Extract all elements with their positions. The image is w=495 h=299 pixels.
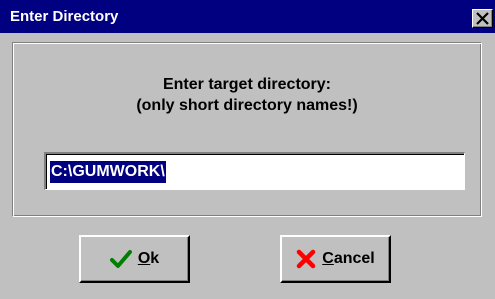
cancel-button[interactable]: Cancel [280,235,391,283]
close-button[interactable] [472,9,493,28]
window-title: Enter Directory [10,8,119,25]
directory-input[interactable]: C:\GUMWORK\ [44,152,465,190]
dialog-window: Enter Directory Enter target directory: … [0,0,495,299]
prompt-group-box [12,42,482,217]
prompt-line-2: (only short directory names!) [136,97,358,114]
checkmark-icon [109,250,132,268]
directory-input-value[interactable]: C:\GUMWORK\ [50,161,166,183]
close-x-icon [476,12,489,25]
title-bar[interactable]: Enter Directory [0,0,495,33]
x-cross-icon [297,249,316,269]
ok-button-label: Ok [137,250,160,267]
prompt-line-1: Enter target directory: [162,76,332,93]
cancel-button-label: Cancel [322,250,375,267]
ok-button[interactable]: Ok [79,235,190,283]
